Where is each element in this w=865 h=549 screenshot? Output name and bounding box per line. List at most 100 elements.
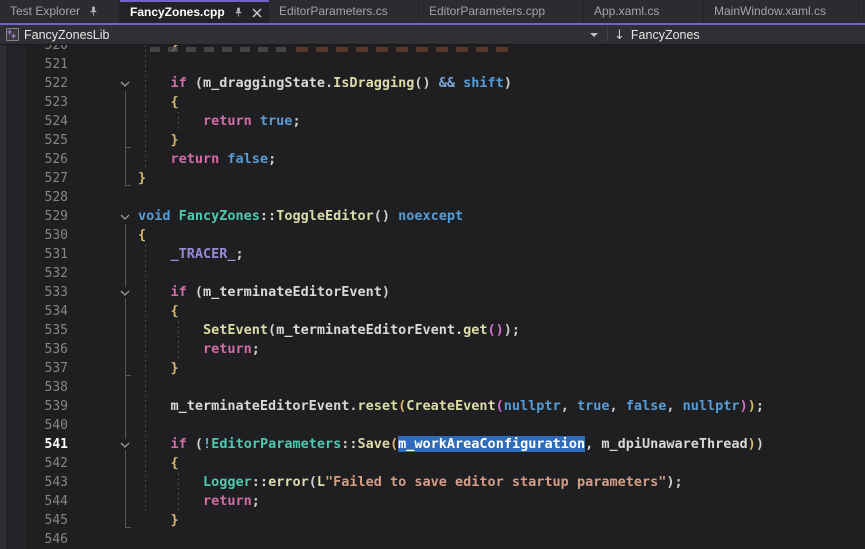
line-number: 529 <box>0 207 68 226</box>
line-number: 524 <box>0 112 68 131</box>
code-line[interactable]: 525 } <box>0 131 865 150</box>
tab-app-xaml-cs[interactable]: App.xaml.cs <box>584 0 704 23</box>
fold-chevron-icon[interactable] <box>117 78 133 89</box>
code-line[interactable]: 543 Logger::error(L"Failed to save edito… <box>0 473 865 492</box>
code-text: return false; <box>138 150 276 169</box>
code-line[interactable]: 530 { <box>0 226 865 245</box>
line-number: 528 <box>0 188 68 207</box>
code-text: { <box>138 226 146 245</box>
line-number: 544 <box>0 492 68 511</box>
fold-chevron-icon[interactable] <box>117 439 133 450</box>
tab-fancyzones-cpp[interactable]: FancyZones.cpp <box>120 0 269 23</box>
code-line[interactable]: 540 <box>0 416 865 435</box>
pin-icon[interactable] <box>233 7 244 18</box>
code-text: if (m_terminateEditorEvent) <box>138 283 390 302</box>
line-number: 530 <box>0 226 68 245</box>
code-line[interactable]: 545 } <box>0 511 865 530</box>
code-text: SetEvent(m_terminateEditorEvent.get()); <box>138 321 520 340</box>
code-line[interactable]: 534 { <box>0 302 865 321</box>
line-number: 527 <box>0 169 68 188</box>
fold-chevron-icon[interactable] <box>117 211 133 222</box>
line-number: 543 <box>0 473 68 492</box>
line-number: 545 <box>0 511 68 530</box>
line-number: 522 <box>0 74 68 93</box>
code-line[interactable]: 528 <box>0 188 865 207</box>
code-text: Logger::error(L"Failed to save editor st… <box>138 473 683 492</box>
line-number: 537 <box>0 359 68 378</box>
tab-label: EditorParameters.cpp <box>429 1 545 22</box>
code-text: { <box>138 302 179 321</box>
code-line[interactable]: 535 SetEvent(m_terminateEditorEvent.get(… <box>0 321 865 340</box>
tab-label: EditorParameters.cs <box>279 1 388 22</box>
code-text: } <box>138 359 179 378</box>
code-line[interactable]: 542 { <box>0 454 865 473</box>
code-line[interactable]: 539 m_terminateEditorEvent.reset(CreateE… <box>0 397 865 416</box>
line-number: 541 <box>0 435 68 454</box>
code-text: void FancyZones::ToggleEditor() noexcept <box>138 207 463 226</box>
down-arrow-icon: ↓ <box>614 28 625 43</box>
code-line[interactable]: 546 <box>0 530 865 549</box>
tab-test-explorer[interactable]: Test Explorer <box>0 0 120 23</box>
code-text: } <box>138 131 179 150</box>
code-line[interactable]: 538 <box>0 378 865 397</box>
code-line[interactable]: 526 return false; <box>0 150 865 169</box>
chevron-down-icon[interactable] <box>590 33 598 37</box>
code-text: return true; <box>138 112 301 131</box>
tab-label: MainWindow.xaml.cs <box>714 1 826 22</box>
code-text: return; <box>138 492 260 511</box>
line-number: 539 <box>0 397 68 416</box>
line-number: 523 <box>0 93 68 112</box>
tab-mainwindow-xaml-cs[interactable]: MainWindow.xaml.cs <box>704 0 859 23</box>
code-editor[interactable]: 520 }521522 if (m_draggingState.IsDraggi… <box>0 45 865 549</box>
code-line[interactable]: 521 <box>0 55 865 74</box>
tab-label: Test Explorer <box>10 1 80 22</box>
code-line[interactable]: 524 return true; <box>0 112 865 131</box>
fold-chevron-icon[interactable] <box>117 287 133 298</box>
code-line[interactable]: 523 { <box>0 93 865 112</box>
code-line[interactable]: 536 return; <box>0 340 865 359</box>
code-text: if (!EditorParameters::Save(m_workAreaCo… <box>138 435 764 454</box>
close-icon[interactable] <box>252 8 262 18</box>
line-number: 533 <box>0 283 68 302</box>
code-text: } <box>138 169 146 188</box>
line-number: 540 <box>0 416 68 435</box>
code-text: { <box>138 93 179 112</box>
line-number: 526 <box>0 150 68 169</box>
code-line[interactable]: 532 <box>0 264 865 283</box>
selected-text: m_workAreaConfiguration <box>398 436 585 452</box>
code-line[interactable]: 531 _TRACER_; <box>0 245 865 264</box>
navigation-bar: ++ FancyZonesLib ↓ FancyZones <box>0 25 865 45</box>
code-line[interactable]: 544 return; <box>0 492 865 511</box>
line-number: 520 <box>0 45 68 55</box>
line-number: 525 <box>0 131 68 150</box>
line-number: 538 <box>0 378 68 397</box>
line-number: 534 <box>0 302 68 321</box>
line-number: 535 <box>0 321 68 340</box>
tab-editorparameters-cs[interactable]: EditorParameters.cs <box>269 0 419 23</box>
project-dropdown[interactable]: FancyZonesLib <box>24 28 109 42</box>
code-text: _TRACER_; <box>138 245 244 264</box>
tab-editorparameters-cpp[interactable]: EditorParameters.cpp <box>419 0 584 23</box>
code-text: } <box>138 511 179 530</box>
tab-label: App.xaml.cs <box>594 1 659 22</box>
line-number: 536 <box>0 340 68 359</box>
navbar-divider <box>607 27 608 42</box>
code-text: } <box>138 45 179 55</box>
code-text: if (m_draggingState.IsDragging() && shif… <box>138 74 512 93</box>
code-line[interactable]: 537 } <box>0 359 865 378</box>
line-number: 521 <box>0 55 68 74</box>
line-number: 546 <box>0 530 68 549</box>
code-text: { <box>138 454 179 473</box>
line-number: 542 <box>0 454 68 473</box>
code-text: m_terminateEditorEvent.reset(CreateEvent… <box>138 397 764 416</box>
code-line[interactable]: 520 } <box>0 45 865 55</box>
tab-strip: Test Explorer FancyZones.cpp EditorParamet… <box>0 0 865 23</box>
code-line[interactable]: 527} <box>0 169 865 188</box>
scope-dropdown[interactable]: ↓ FancyZones <box>614 25 700 45</box>
line-number: 531 <box>0 245 68 264</box>
code-text: return; <box>138 340 260 359</box>
tab-label: FancyZones.cpp <box>130 2 225 23</box>
cpp-project-icon: ++ <box>6 28 19 41</box>
pin-icon[interactable] <box>88 6 99 17</box>
line-number: 532 <box>0 264 68 283</box>
